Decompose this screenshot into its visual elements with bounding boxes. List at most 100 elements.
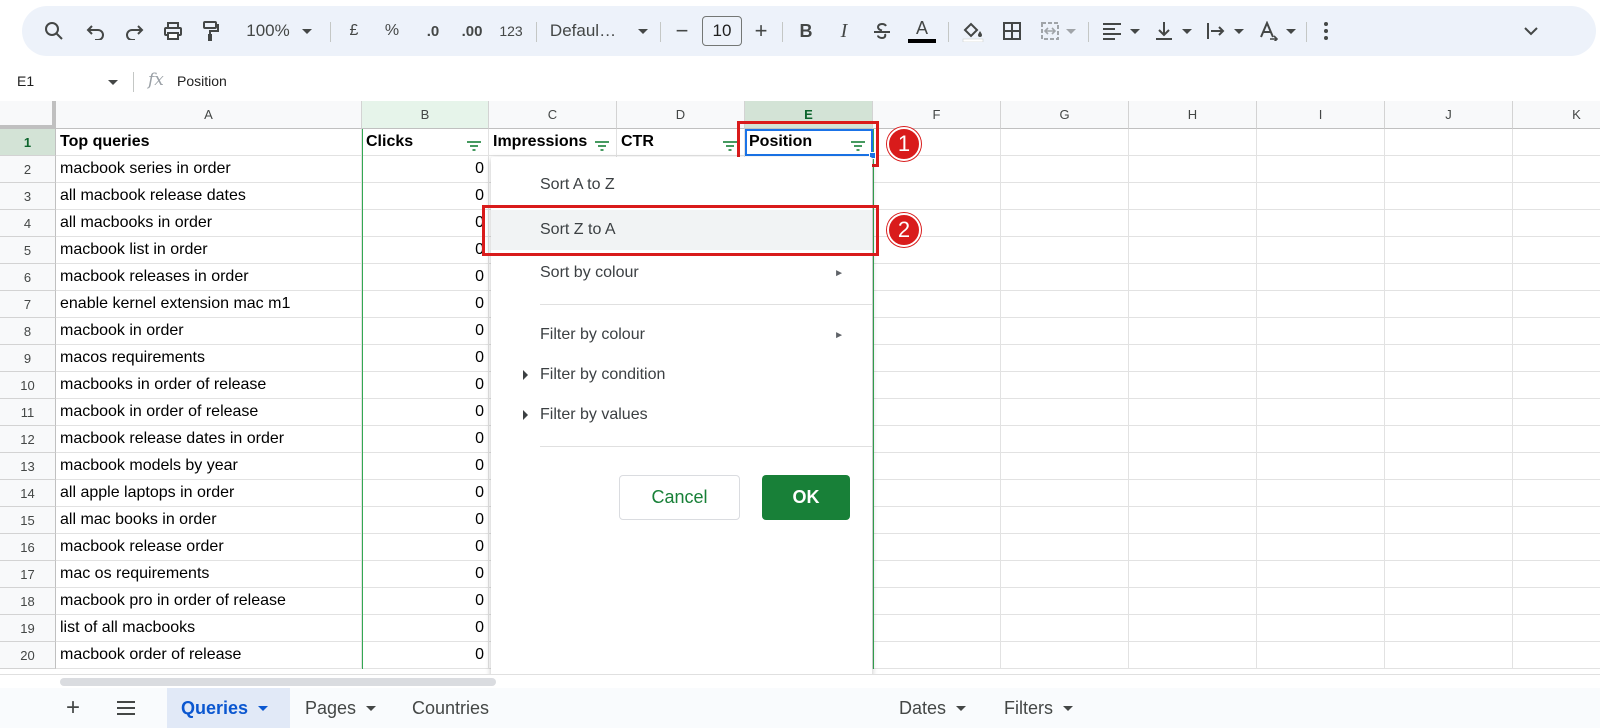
- query-cell[interactable]: macbook release dates in order: [56, 426, 362, 453]
- name-box[interactable]: E1: [17, 73, 34, 89]
- vertical-align-button[interactable]: [1150, 6, 1196, 56]
- empty-cell[interactable]: [873, 480, 1001, 507]
- query-cell[interactable]: macbook series in order: [56, 156, 362, 183]
- clicks-cell[interactable]: 0: [362, 183, 489, 210]
- bold-button[interactable]: B: [792, 6, 820, 56]
- empty-cell[interactable]: [873, 615, 1001, 642]
- menu-item-sort-a-z[interactable]: Sort A to Z: [491, 165, 872, 205]
- header-cell-d[interactable]: CTR: [617, 129, 745, 156]
- empty-cell[interactable]: [1001, 399, 1129, 426]
- row-header[interactable]: 13: [0, 453, 56, 480]
- empty-cell[interactable]: [1513, 291, 1600, 318]
- empty-cell[interactable]: [1257, 237, 1385, 264]
- query-cell[interactable]: macbook in order: [56, 318, 362, 345]
- empty-cell[interactable]: [1385, 264, 1513, 291]
- horizontal-align-button[interactable]: [1098, 6, 1144, 56]
- clicks-cell[interactable]: 0: [362, 480, 489, 507]
- clicks-cell[interactable]: 0: [362, 453, 489, 480]
- clicks-cell[interactable]: 0: [362, 561, 489, 588]
- decrease-font-size-icon[interactable]: −: [670, 6, 694, 56]
- empty-cell[interactable]: [1257, 453, 1385, 480]
- empty-cell[interactable]: [1513, 642, 1600, 669]
- empty-cell[interactable]: [1385, 183, 1513, 210]
- paint-format-icon[interactable]: [197, 6, 225, 56]
- filter-icon[interactable]: [466, 138, 482, 155]
- empty-cell[interactable]: [1385, 129, 1513, 156]
- query-cell[interactable]: macbook pro in order of release: [56, 588, 362, 615]
- empty-cell[interactable]: [1513, 237, 1600, 264]
- empty-cell[interactable]: [1001, 183, 1129, 210]
- menu-item-filter-by-condition[interactable]: Filter by condition: [491, 355, 872, 395]
- row-header[interactable]: 6: [0, 264, 56, 291]
- row-header[interactable]: 12: [0, 426, 56, 453]
- empty-cell[interactable]: [1385, 372, 1513, 399]
- fill-color-icon[interactable]: [958, 6, 988, 56]
- strikethrough-icon[interactable]: [868, 6, 896, 56]
- row-header[interactable]: 1: [0, 129, 56, 156]
- query-cell[interactable]: mac os requirements: [56, 561, 362, 588]
- add-sheet-button[interactable]: +: [66, 688, 80, 728]
- merge-cells-button[interactable]: [1036, 6, 1080, 56]
- row-header[interactable]: 4: [0, 210, 56, 237]
- empty-cell[interactable]: [1257, 291, 1385, 318]
- search-menus-icon[interactable]: [40, 6, 68, 56]
- row-header[interactable]: 2: [0, 156, 56, 183]
- row-header[interactable]: 10: [0, 372, 56, 399]
- empty-cell[interactable]: [1385, 210, 1513, 237]
- empty-cell[interactable]: [1257, 426, 1385, 453]
- query-cell[interactable]: macbook release order: [56, 534, 362, 561]
- empty-cell[interactable]: [1385, 399, 1513, 426]
- empty-cell[interactable]: [873, 507, 1001, 534]
- empty-cell[interactable]: [873, 183, 1001, 210]
- empty-cell[interactable]: [1129, 183, 1257, 210]
- empty-cell[interactable]: [1385, 426, 1513, 453]
- sheet-tab-countries[interactable]: Countries: [412, 688, 489, 728]
- empty-cell[interactable]: [1513, 507, 1600, 534]
- font-select[interactable]: Defaul…: [548, 6, 650, 56]
- filter-icon[interactable]: [594, 138, 610, 155]
- query-cell[interactable]: all apple laptops in order: [56, 480, 362, 507]
- empty-cell[interactable]: [1513, 453, 1600, 480]
- empty-cell[interactable]: [1257, 210, 1385, 237]
- query-cell[interactable]: all mac books in order: [56, 507, 362, 534]
- clicks-cell[interactable]: 0: [362, 237, 489, 264]
- empty-cell[interactable]: [1513, 345, 1600, 372]
- empty-cell[interactable]: [1257, 615, 1385, 642]
- clicks-cell[interactable]: 0: [362, 291, 489, 318]
- empty-cell[interactable]: [1513, 480, 1600, 507]
- empty-cell[interactable]: [1257, 318, 1385, 345]
- currency-format-button[interactable]: £: [340, 6, 368, 56]
- empty-cell[interactable]: [1001, 426, 1129, 453]
- clicks-cell[interactable]: 0: [362, 210, 489, 237]
- query-cell[interactable]: macbooks in order of release: [56, 372, 362, 399]
- zoom-select[interactable]: 100%: [236, 6, 322, 56]
- empty-cell[interactable]: [873, 156, 1001, 183]
- empty-cell[interactable]: [1385, 345, 1513, 372]
- column-header-h[interactable]: H: [1129, 101, 1257, 129]
- empty-cell[interactable]: [1001, 210, 1129, 237]
- select-all-corner[interactable]: [0, 101, 56, 129]
- empty-cell[interactable]: [1257, 345, 1385, 372]
- row-header[interactable]: 18: [0, 588, 56, 615]
- italic-button[interactable]: I: [830, 6, 858, 56]
- empty-cell[interactable]: [1129, 615, 1257, 642]
- empty-cell[interactable]: [1257, 588, 1385, 615]
- empty-cell[interactable]: [1385, 561, 1513, 588]
- column-header-d[interactable]: D: [617, 101, 745, 129]
- query-cell[interactable]: macbook list in order: [56, 237, 362, 264]
- header-cell-c[interactable]: Impressions: [489, 129, 617, 156]
- all-sheets-icon[interactable]: [116, 688, 136, 728]
- empty-cell[interactable]: [1513, 372, 1600, 399]
- empty-cell[interactable]: [1513, 615, 1600, 642]
- empty-cell[interactable]: [1001, 129, 1129, 156]
- empty-cell[interactable]: [1257, 480, 1385, 507]
- row-header[interactable]: 15: [0, 507, 56, 534]
- empty-cell[interactable]: [1385, 642, 1513, 669]
- clicks-cell[interactable]: 0: [362, 264, 489, 291]
- empty-cell[interactable]: [1129, 291, 1257, 318]
- clicks-cell[interactable]: 0: [362, 588, 489, 615]
- redo-icon[interactable]: [120, 6, 148, 56]
- clicks-cell[interactable]: 0: [362, 534, 489, 561]
- menu-item-filter-by-colour[interactable]: Filter by colour ►: [491, 315, 872, 355]
- empty-cell[interactable]: [1129, 129, 1257, 156]
